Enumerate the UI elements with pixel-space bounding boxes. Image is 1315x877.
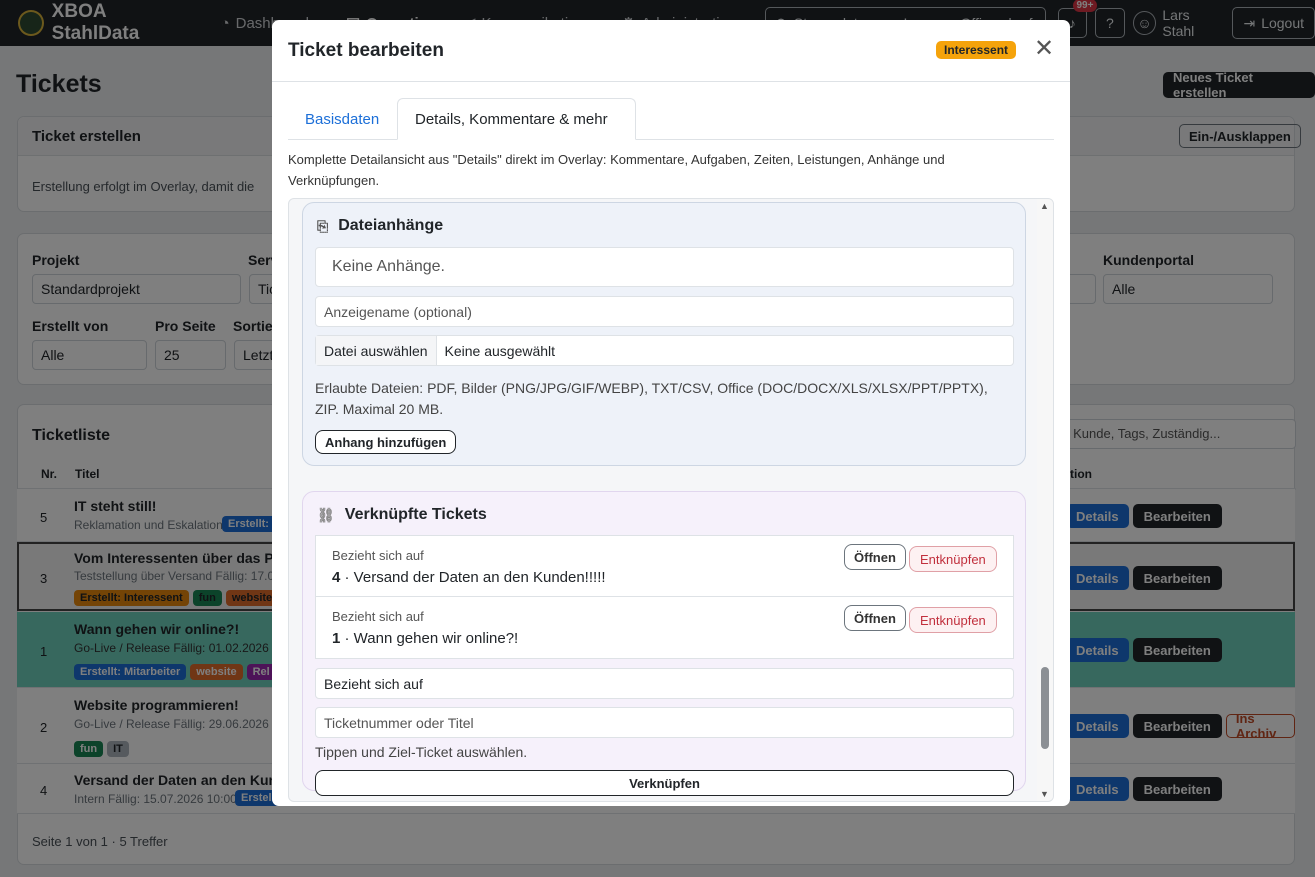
allowed-files-note: Erlaubte Dateien: PDF, Bilder (PNG/JPG/G… (315, 380, 988, 417)
open-link-button[interactable]: Öffnen (844, 605, 906, 631)
modal-description: Komplette Detailansicht aus "Details" di… (288, 152, 945, 188)
scroll-down-icon[interactable]: ▼ (1040, 789, 1049, 799)
linked-tickets-heading-label: Verknüpfte Tickets (344, 506, 487, 523)
tab-basisdaten[interactable]: Basisdaten (305, 111, 379, 128)
file-status: Keine ausgewählt (444, 342, 556, 359)
linked-tickets-heading: ⛓ Verknüpfte Tickets (317, 506, 487, 524)
file-input[interactable]: Datei auswählen Keine ausgewählt (315, 335, 1014, 366)
relation-select[interactable]: Bezieht sich auf (315, 668, 1014, 699)
open-link-button[interactable]: Öffnen (844, 544, 906, 570)
ticket-search-field[interactable]: Ticketnummer oder Titel (315, 707, 1014, 738)
scroll-up-icon[interactable]: ▲ (1040, 201, 1049, 211)
paperclip-icon: ⎘ (317, 217, 329, 234)
attachments-section: ⎘ Dateianhänge Keine Anhänge. Anzeigenam… (302, 202, 1026, 466)
display-name-field[interactable]: Anzeigename (optional) (315, 296, 1014, 327)
linked-ticket-item: Bezieht sich auf 4 · Versand der Daten a… (315, 535, 1014, 597)
link-icon: ⛓ (317, 506, 335, 523)
details-scroll-area[interactable]: ⎘ Dateianhänge Keine Anhänge. Anzeigenam… (288, 198, 1054, 802)
link-ticket-title: 1 · Wann gehen wir online?! (332, 630, 518, 647)
scrollbar-thumb[interactable] (1041, 667, 1049, 749)
close-icon[interactable]: ✕ (1034, 36, 1054, 62)
scrollbar[interactable]: ▲ ▼ (1037, 199, 1053, 801)
unlink-button[interactable]: Entknüpfen (909, 607, 997, 633)
modal-title: Ticket bearbeiten (288, 40, 444, 61)
link-relation: Bezieht sich auf (332, 609, 424, 624)
link-hint: Tippen und Ziel-Ticket auswählen. (315, 744, 528, 760)
unlink-button[interactable]: Entknüpfen (909, 546, 997, 572)
link-button[interactable]: Verknüpfen (315, 770, 1014, 796)
link-ticket-title: 4 · Versand der Daten an den Kunden!!!!! (332, 569, 606, 586)
linked-ticket-item: Bezieht sich auf 1 · Wann gehen wir onli… (315, 597, 1014, 659)
attachments-heading: ⎘ Dateianhänge (317, 217, 443, 235)
link-ticket-name: · Versand der Daten an den Kunden!!!!! (340, 569, 606, 586)
link-relation: Bezieht sich auf (332, 548, 424, 563)
linked-tickets-section: ⛓ Verknüpfte Tickets Bezieht sich auf 4 … (302, 491, 1026, 796)
tab-details[interactable]: Details, Kommentare & mehr (397, 98, 636, 140)
status-badge: Interessent (936, 41, 1017, 59)
modal-header: Ticket bearbeiten Interessent ✕ (272, 20, 1070, 82)
attachments-empty: Keine Anhänge. (315, 247, 1014, 287)
attachments-heading-label: Dateianhänge (338, 217, 444, 234)
file-select-button[interactable]: Datei auswählen (316, 336, 437, 365)
link-ticket-name: · Wann gehen wir online?! (340, 630, 519, 647)
add-attachment-button[interactable]: Anhang hinzufügen (315, 430, 457, 454)
modal-tabs: Basisdaten Details, Kommentare & mehr (288, 98, 1054, 140)
edit-ticket-modal: Ticket bearbeiten Interessent ✕ Basisdat… (272, 20, 1070, 806)
